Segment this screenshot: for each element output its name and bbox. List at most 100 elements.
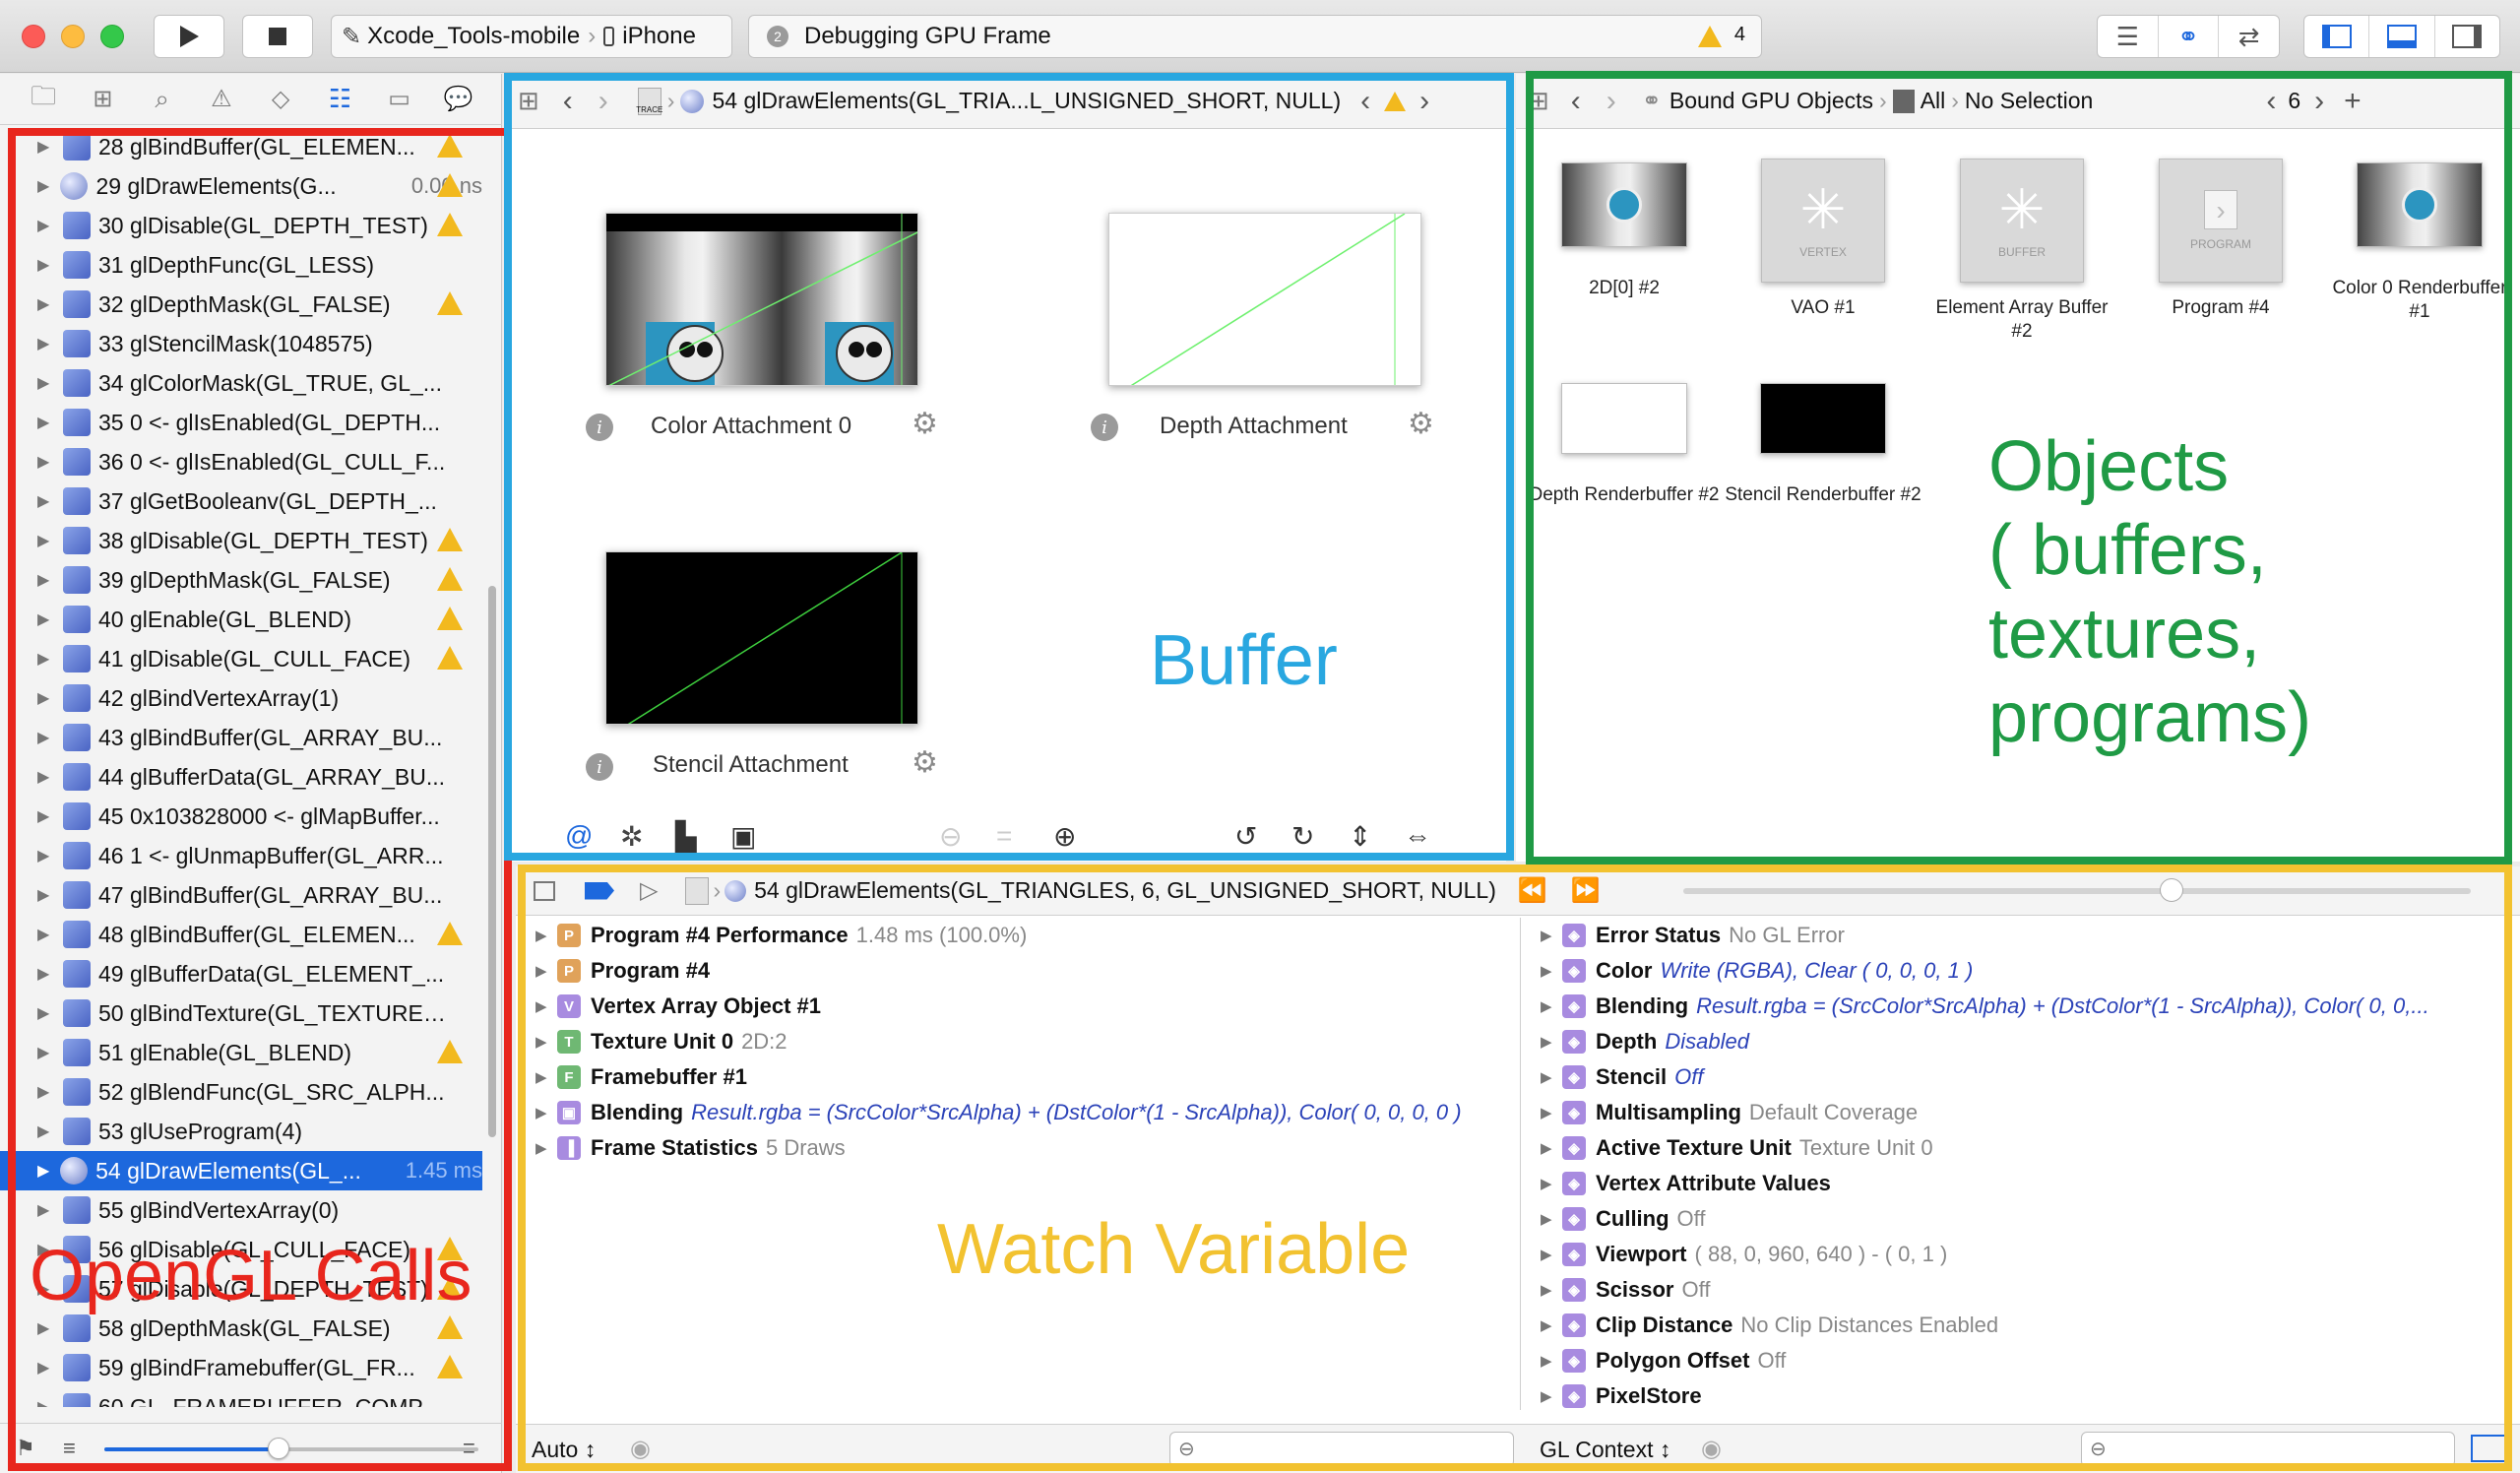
- disclosure-triangle-icon[interactable]: ▶: [37, 885, 57, 905]
- step-forward-icon[interactable]: ⏩: [1571, 876, 1601, 905]
- state-row[interactable]: ▶ ◈ Viewport ( 88, 0, 960, 640 ) - ( 0, 1 ): [1521, 1237, 2520, 1272]
- object-item[interactable]: Stencil Renderbuffer #2: [1725, 375, 1922, 507]
- gear-icon[interactable]: ⚙: [912, 745, 938, 780]
- next-issue-icon[interactable]: ›: [1419, 85, 1429, 118]
- disclosure-triangle-icon[interactable]: ▶: [1541, 1033, 1554, 1051]
- zoom-in-icon[interactable]: ⊕: [1053, 820, 1076, 853]
- filter-toggle-icon[interactable]: ⚑: [16, 1436, 35, 1461]
- issue-navigator-tab[interactable]: ⚠: [205, 83, 238, 116]
- info-icon[interactable]: i: [586, 414, 613, 441]
- call-row[interactable]: ▶ 43 glBindBuffer(GL_ARRAY_BU...: [0, 718, 482, 757]
- swirl-icon[interactable]: @: [565, 820, 593, 852]
- forward-chevron-icon[interactable]: ›: [598, 85, 608, 118]
- next-page-icon[interactable]: ›: [2314, 85, 2324, 118]
- info-icon[interactable]: i: [586, 753, 613, 781]
- disclosure-triangle-icon[interactable]: ▶: [37, 373, 57, 393]
- disclosure-triangle-icon[interactable]: ▶: [1541, 1139, 1554, 1157]
- rotate-left-icon[interactable]: ↺: [1234, 820, 1257, 853]
- find-navigator-tab[interactable]: ⌕: [146, 83, 179, 116]
- disclosure-triangle-icon[interactable]: ▶: [1541, 962, 1554, 980]
- disclosure-triangle-icon[interactable]: ▶: [37, 1318, 57, 1338]
- disclosure-triangle-icon[interactable]: ▶: [37, 176, 54, 196]
- disclosure-triangle-icon[interactable]: ▶: [37, 1082, 57, 1102]
- call-row[interactable]: ▶ 46 1 <- glUnmapBuffer(GL_ARR...: [0, 836, 482, 875]
- call-row[interactable]: ▶ 45 0x103828000 <- glMapBuffer...: [0, 797, 482, 836]
- disclosure-triangle-icon[interactable]: ▶: [37, 1397, 57, 1407]
- variable-row[interactable]: ▶ T Texture Unit 0 2D:2: [516, 1024, 1518, 1059]
- breakpoint-navigator-tab[interactable]: ▭: [383, 83, 416, 116]
- disclosure-triangle-icon[interactable]: ▶: [37, 452, 57, 472]
- prev-issue-icon[interactable]: ‹: [1360, 85, 1370, 118]
- warning-icon[interactable]: [437, 1315, 463, 1339]
- variable-row[interactable]: ▶ V Vertex Array Object #1: [516, 989, 1518, 1024]
- warning-icon[interactable]: [437, 1355, 463, 1378]
- disclosure-triangle-icon[interactable]: ▶: [37, 767, 57, 787]
- flip-horizontal-icon[interactable]: ⇔: [1404, 820, 1431, 852]
- rotate-right-icon[interactable]: ↻: [1292, 820, 1314, 853]
- film-icon[interactable]: ▙: [675, 820, 697, 853]
- call-row[interactable]: ▶ 40 glEnable(GL_BLEND): [0, 600, 482, 639]
- object-item[interactable]: › PROGRAM Program #4: [2122, 159, 2319, 320]
- disclosure-triangle-icon[interactable]: ▶: [37, 1121, 57, 1141]
- warning-count[interactable]: 4: [1734, 24, 1745, 46]
- variable-row[interactable]: ▶ F Framebuffer #1: [516, 1059, 1518, 1095]
- disclosure-triangle-icon[interactable]: ▶: [37, 1003, 57, 1023]
- disclosure-triangle-icon[interactable]: ▶: [37, 216, 57, 235]
- state-row[interactable]: ▶ ◈ Stencil Off: [1521, 1059, 2520, 1095]
- state-row[interactable]: ▶ ◈ Culling Off: [1521, 1201, 2520, 1237]
- run-button[interactable]: [154, 15, 224, 58]
- call-row[interactable]: ▶ 31 glDepthFunc(GL_LESS): [0, 245, 482, 285]
- back-chevron-icon[interactable]: ‹: [1571, 85, 1581, 118]
- state-row[interactable]: ▶ ◈ Multisampling Default Coverage: [1521, 1095, 2520, 1130]
- call-row[interactable]: ▶ 35 0 <- glIsEnabled(GL_DEPTH...: [0, 403, 482, 442]
- state-row[interactable]: ▶ ◈ PixelStore: [1521, 1378, 2520, 1414]
- state-row[interactable]: ▶ ◈ Scissor Off: [1521, 1272, 2520, 1308]
- disclosure-triangle-icon[interactable]: ▶: [37, 728, 57, 747]
- call-row[interactable]: ▶ 41 glDisable(GL_CULL_FACE): [0, 639, 482, 678]
- warning-icon[interactable]: [437, 291, 463, 315]
- minimize-window-button[interactable]: [61, 25, 85, 48]
- disclosure-triangle-icon[interactable]: ▶: [37, 570, 57, 590]
- disclosure-triangle-icon[interactable]: ▶: [536, 962, 549, 980]
- warning-icon[interactable]: [437, 607, 463, 630]
- disclosure-triangle-icon[interactable]: ▶: [536, 1139, 549, 1157]
- disclosure-triangle-icon[interactable]: ▶: [1541, 1246, 1554, 1263]
- aperture-icon[interactable]: ✲: [620, 820, 643, 853]
- gear-icon[interactable]: ⚙: [1408, 407, 1434, 441]
- call-row[interactable]: ▶ 51 glEnable(GL_BLEND): [0, 1033, 482, 1072]
- disclosure-triangle-icon[interactable]: ▶: [37, 334, 57, 353]
- disclosure-triangle-icon[interactable]: ▶: [1541, 1210, 1554, 1228]
- call-row[interactable]: ▶ 28 glBindBuffer(GL_ELEMEN...: [0, 127, 482, 166]
- disclosure-triangle-icon[interactable]: ▶: [536, 1033, 549, 1051]
- variable-row[interactable]: ▶ P Program #4: [516, 953, 1518, 989]
- disclosure-triangle-icon[interactable]: ▶: [1541, 1352, 1554, 1370]
- disclosure-triangle-icon[interactable]: ▶: [37, 1358, 57, 1377]
- flip-vertical-icon[interactable]: ⇕: [1349, 820, 1371, 853]
- hide-debug-area-icon[interactable]: [534, 880, 555, 901]
- grid-icon[interactable]: ⊞: [518, 86, 539, 116]
- scheme-selector[interactable]: ✎ Xcode_Tools-mobile › iPhone: [331, 15, 732, 58]
- disclosure-triangle-icon[interactable]: ▶: [37, 413, 57, 432]
- warning-icon[interactable]: [1698, 26, 1722, 47]
- object-item[interactable]: ✳ BUFFER Element Array Buffer #2: [1923, 159, 2120, 344]
- variable-row[interactable]: ▶ ▐ Frame Statistics 5 Draws: [516, 1130, 1518, 1166]
- call-row[interactable]: ▶ 34 glColorMask(GL_TRUE, GL_...: [0, 363, 482, 403]
- frame-icon[interactable]: ▣: [730, 820, 756, 853]
- info-icon[interactable]: i: [1091, 414, 1118, 441]
- warning-icon[interactable]: [437, 134, 463, 158]
- call-list-scrollbar[interactable]: [488, 586, 496, 1137]
- disclosure-triangle-icon[interactable]: ▶: [1541, 1175, 1554, 1192]
- state-row[interactable]: ▶ ◈ Clip Distance No Clip Distances Enabled: [1521, 1308, 2520, 1343]
- scope-popup[interactable]: Auto ↕: [532, 1437, 596, 1463]
- symbol-navigator-tab[interactable]: ⊞: [86, 83, 119, 116]
- disclosure-triangle-icon[interactable]: ▶: [1541, 1104, 1554, 1121]
- forward-chevron-icon[interactable]: ›: [1606, 85, 1616, 118]
- warning-icon[interactable]: [437, 646, 463, 670]
- project-navigator-tab[interactable]: 🗀: [27, 81, 60, 116]
- issue-warning-icon[interactable]: [1384, 91, 1407, 111]
- call-row[interactable]: ▶ 39 glDepthMask(GL_FALSE): [0, 560, 482, 600]
- disclosure-triangle-icon[interactable]: ▶: [1541, 1387, 1554, 1405]
- disclosure-triangle-icon[interactable]: ▶: [37, 806, 57, 826]
- call-row[interactable]: ▶ 44 glBufferData(GL_ARRAY_BU...: [0, 757, 482, 797]
- equal-zoom-icon[interactable]: =: [996, 820, 1012, 852]
